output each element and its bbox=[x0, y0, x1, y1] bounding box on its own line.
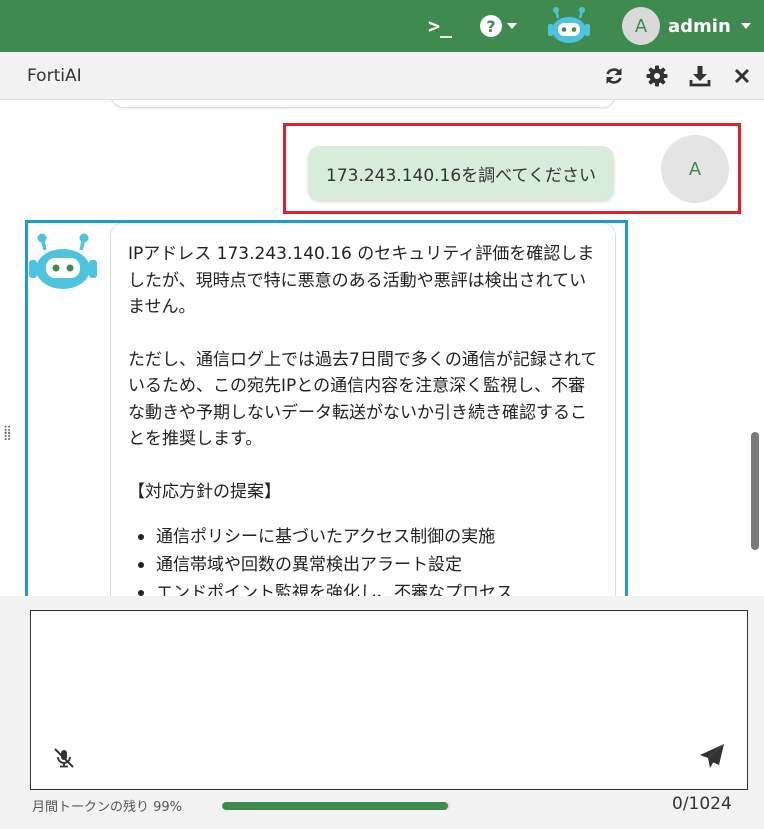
character-count: 0/1024 bbox=[672, 794, 732, 814]
send-icon bbox=[700, 744, 724, 768]
message-input[interactable] bbox=[31, 611, 747, 741]
download-button[interactable] bbox=[688, 64, 712, 88]
send-button[interactable] bbox=[697, 741, 727, 771]
token-progress-bar bbox=[222, 802, 450, 810]
bot-response-highlight bbox=[25, 220, 628, 596]
panel-title: FortiAI bbox=[27, 66, 82, 86]
help-menu-button[interactable]: ? bbox=[480, 0, 517, 52]
mic-button[interactable] bbox=[51, 745, 77, 771]
panel-header: FortiAI bbox=[0, 52, 764, 100]
user-message-bubble: 173.243.140.16を調べてください bbox=[308, 146, 614, 200]
scrollbar-thumb[interactable] bbox=[751, 432, 759, 550]
avatar: A bbox=[622, 7, 660, 45]
user-menu[interactable]: A admin bbox=[622, 0, 751, 52]
message-input-box[interactable] bbox=[30, 610, 748, 790]
robot-icon bbox=[548, 7, 590, 43]
help-icon: ? bbox=[480, 15, 502, 37]
close-icon bbox=[734, 68, 750, 84]
download-icon bbox=[689, 66, 711, 87]
gear-icon bbox=[646, 65, 668, 87]
avatar: A bbox=[661, 135, 729, 203]
input-area: 月間トークンの残り 99% 0/1024 bbox=[0, 596, 764, 829]
previous-message-bubble bbox=[110, 100, 616, 108]
fortiai-bot-button[interactable] bbox=[546, 0, 592, 52]
token-remaining-label: 月間トークンの残り 99% bbox=[32, 800, 183, 815]
chevron-down-icon bbox=[507, 23, 517, 29]
refresh-icon bbox=[606, 68, 622, 84]
settings-button[interactable] bbox=[645, 64, 669, 88]
chevron-down-icon bbox=[740, 23, 751, 29]
user-name: admin bbox=[668, 15, 731, 37]
chat-history[interactable]: 173.243.140.16を調べてください A IPアドレス 173.243.… bbox=[0, 100, 764, 596]
top-bar: >_ ? A admin bbox=[0, 0, 764, 52]
resize-handle[interactable]: ⠿ ⠿ bbox=[3, 425, 13, 443]
close-button[interactable] bbox=[730, 64, 754, 88]
mic-muted-icon bbox=[54, 748, 74, 768]
terminal-icon[interactable]: >_ bbox=[428, 0, 452, 52]
refresh-button[interactable] bbox=[602, 64, 626, 88]
token-progress-fill bbox=[222, 802, 448, 810]
